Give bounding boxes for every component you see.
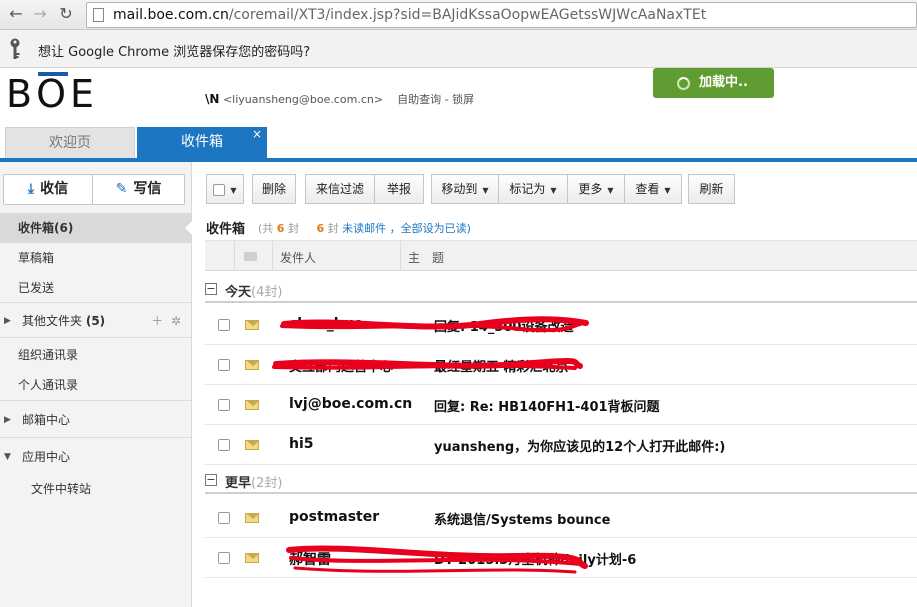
table-row[interactable]: 交互部门运营中心 最红星期五 精彩汇北京 [205,345,917,385]
row-checkbox[interactable] [218,319,230,331]
loading-indicator: 加载中.. [653,68,774,98]
col-sender[interactable]: 发件人 [280,249,316,266]
sidebar-item-mailbox-center[interactable]: ▶ 邮箱中心 [0,405,191,435]
chevron-down-icon: ▼ [664,186,671,195]
row-checkbox[interactable] [218,399,230,411]
divider [0,437,191,438]
sidebar-item-app-center[interactable]: ▼ 应用中心 [0,442,191,472]
sidebar: ⤓ 收信 ✎ 写信 收件箱(6) 草稿箱 已发送 ▶ 其他文件夹 (5) ＋ ✲ 组… [0,162,192,607]
report-button[interactable]: 举报 [374,174,424,204]
mail-sender: postmaster [289,509,380,525]
mail-sender: lvj@boe.com.cn [289,396,413,412]
envelope-icon [244,252,257,261]
chevron-down-icon: ▼ [607,186,614,195]
filter-button[interactable]: 来信过滤 [305,174,375,204]
row-checkbox[interactable] [218,439,230,451]
mail-sender: 交互部门运营中心 [289,360,394,375]
mail-sender: chen_huo [289,316,364,332]
back-icon[interactable]: ← [6,4,26,24]
reload-icon[interactable]: ↻ [56,4,76,24]
password-infobar: 想让 Google Chrome 浏览器保存您的密码吗? [0,30,917,68]
sidebar-item-inbox[interactable]: 收件箱(6) [0,213,192,243]
select-all-dropdown[interactable]: ▼ [206,174,244,204]
mark-all-read-link[interactable]: ，全部设为已读) [390,222,471,235]
delete-button[interactable]: 删除 [252,174,296,204]
table-row[interactable]: lvj@boe.com.cn 回复: Re: HB140FH1-401背板问题 [205,385,917,425]
spinner-icon [677,77,690,90]
group-header-today[interactable]: − 今天(4封) [205,275,917,303]
mail-sender: 郝智雷 [289,552,331,568]
write-button[interactable]: ✎ 写信 [92,174,185,205]
user-info: \N <liyuansheng@boe.com.cn> 自助查询 - 锁屏 [205,92,475,106]
row-checkbox[interactable] [218,512,230,524]
expand-triangle-icon[interactable]: ▶ [4,306,11,336]
page-title: 收件箱 [206,222,246,237]
chevron-down-icon: ▼ [550,186,557,195]
collapse-triangle-icon[interactable]: ▼ [4,442,11,472]
divider [0,302,191,303]
page-icon [93,8,104,22]
gear-icon[interactable]: ✲ [171,314,181,328]
envelope-icon [245,320,259,330]
sidebar-item-org-contacts[interactable]: 组织通讯录 [0,340,191,370]
password-prompt: 想让 Google Chrome 浏览器保存您的密码吗? [38,45,311,60]
unread-link[interactable]: 未读邮件 [342,222,386,235]
collapse-icon[interactable]: − [205,474,217,486]
url-text[interactable]: mail.boe.com.cn/coremail/XT3/index.jsp?s… [113,7,706,23]
table-row[interactable]: chen_huo 回复: 14_300设备改造 [205,305,917,345]
view-dropdown[interactable]: 查看 ▼ [624,174,682,204]
mail-subject: DT 2015.3月全机种daily计划-6 [434,553,637,568]
collapse-icon[interactable]: − [205,283,217,295]
mail-subject: 最红星期五 精彩汇北京 [434,360,569,375]
sidebar-item-other-folders[interactable]: ▶ 其他文件夹 (5) ＋ ✲ [0,306,191,336]
sidebar-item-personal-contacts[interactable]: 个人通讯录 [0,370,191,400]
tab-inbox[interactable]: 收件箱 × [137,127,267,158]
mail-sender: hi5 [289,436,314,452]
browser-toolbar: ← → ↻ mail.boe.com.cn/coremail/XT3/index… [0,0,917,30]
checkbox[interactable] [213,183,226,196]
divider [0,337,191,338]
sidebar-item-drafts[interactable]: 草稿箱 [0,243,191,273]
mail-subject: 回复: 14_300设备改造 [434,320,574,335]
col-subject[interactable]: 主 题 [408,249,444,266]
lock-screen-link[interactable]: 锁屏 [452,93,474,106]
envelope-icon [245,513,259,523]
envelope-icon [245,360,259,370]
divider [0,400,191,401]
mail-subject: yuansheng，为你应该见的12个人打开此邮件:) [434,440,726,455]
row-checkbox[interactable] [218,359,230,371]
inbox-summary: (共 6 封 6 封 未读邮件 ，全部设为已读) [258,222,471,235]
table-row[interactable]: hi5 yuansheng，为你应该见的12个人打开此邮件:) [205,425,917,465]
boe-logo: BO E [6,72,99,116]
envelope-icon [245,440,259,450]
sidebar-item-file-transfer[interactable]: 文件中转站 [0,474,191,504]
close-icon[interactable]: × [252,119,262,150]
column-header: 发件人 主 题 [205,240,917,271]
mail-subject: 回复: Re: HB140FH1-401背板问题 [434,400,660,415]
group-header-earlier[interactable]: − 更早(2封) [205,466,917,494]
row-checkbox[interactable] [218,552,230,564]
mail-subject: 系统退信/Systems bounce [434,513,611,528]
download-icon: ⤓ [27,181,35,197]
mark-as-dropdown[interactable]: 标记为 ▼ [498,174,568,204]
forward-icon[interactable]: → [30,4,50,24]
more-dropdown[interactable]: 更多 ▼ [567,174,625,204]
add-icon[interactable]: ＋ [151,314,163,328]
envelope-icon [245,400,259,410]
sidebar-item-sent[interactable]: 已发送 [0,273,191,303]
key-icon [10,38,20,59]
receive-button[interactable]: ⤓ 收信 [3,174,93,205]
move-to-dropdown[interactable]: 移动到 ▼ [431,174,499,204]
expand-triangle-icon[interactable]: ▶ [4,405,11,435]
user-email: <liyuansheng@boe.com.cn> [222,93,384,106]
compose-icon: ✎ [115,181,128,197]
tab-welcome[interactable]: 欢迎页 [5,127,135,158]
address-bar[interactable]: mail.boe.com.cn/coremail/XT3/index.jsp?s… [86,2,917,28]
envelope-icon [245,553,259,563]
table-row[interactable]: 郝智雷 DT 2015.3月全机种daily计划-6 [205,538,917,578]
chevron-down-icon: ▼ [482,186,489,195]
table-row[interactable]: postmaster 系统退信/Systems bounce [205,498,917,538]
refresh-button[interactable]: 刷新 [688,174,735,204]
self-query-link[interactable]: 自助查询 [397,93,441,106]
